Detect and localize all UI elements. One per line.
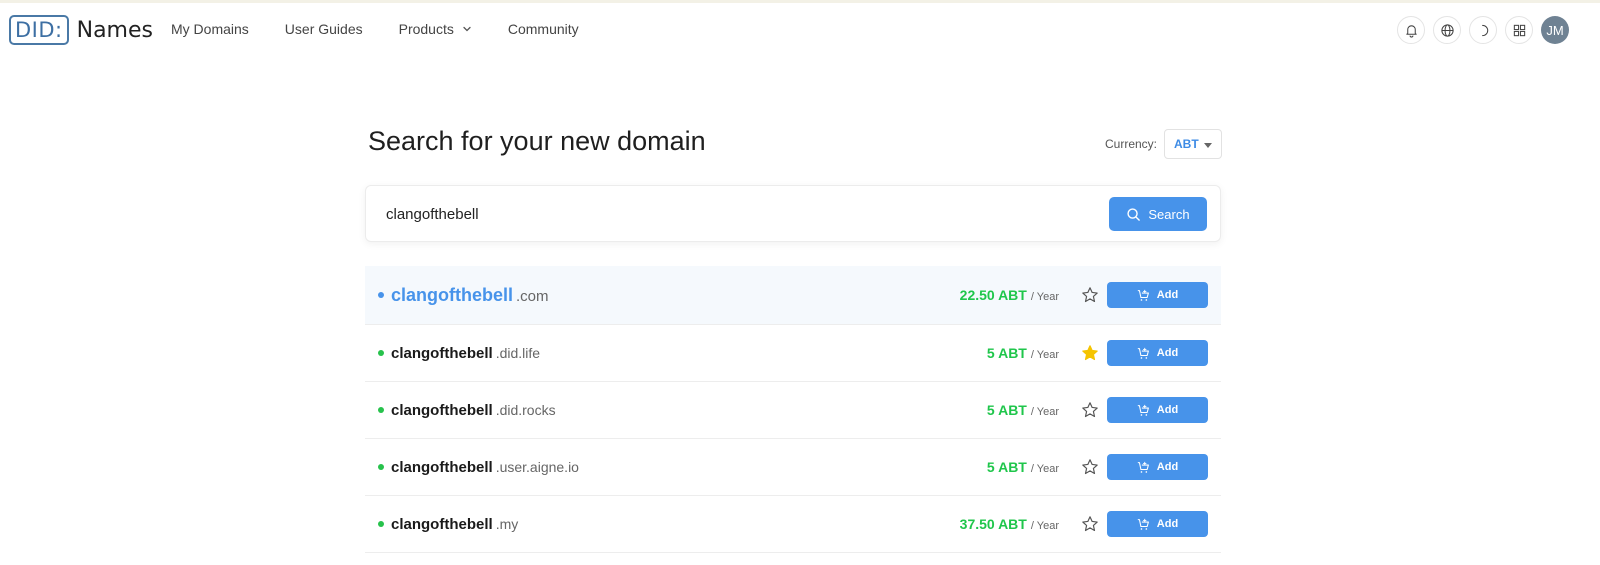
cart-plus-icon <box>1137 518 1149 530</box>
domain-results-list: clangofthebell .com 22.50 ABT / Year Add… <box>365 266 1221 553</box>
star-icon[interactable] <box>1081 401 1099 419</box>
result-row: clangofthebell .my 37.50 ABT / Year Add <box>365 496 1221 553</box>
nav-label: User Guides <box>284 21 363 37</box>
add-button-label: Add <box>1156 461 1179 473</box>
price-period: / Year <box>1030 406 1059 418</box>
result-row: clangofthebell .com 22.50 ABT / Year Add <box>365 266 1221 325</box>
cart-plus-icon <box>1137 404 1149 416</box>
price-value: 5 ABT <box>986 459 1027 475</box>
add-to-cart-button[interactable]: Add <box>1107 397 1208 423</box>
nav-label: Products <box>398 21 454 37</box>
nav-my-domains[interactable]: My Domains <box>171 21 249 37</box>
star-filled-icon[interactable] <box>1081 344 1099 362</box>
availability-dot <box>378 464 384 470</box>
result-row: clangofthebell .user.aigne.io 5 ABT / Ye… <box>365 439 1221 496</box>
availability-dot <box>378 521 384 527</box>
star-icon[interactable] <box>1081 458 1099 476</box>
moon-icon <box>1481 24 1488 36</box>
availability-dot <box>378 350 384 356</box>
main-nav: My Domains User Guides Products Communit… <box>171 21 615 37</box>
apps-button[interactable] <box>1505 16 1533 44</box>
search-input[interactable] <box>386 198 1046 230</box>
star-icon[interactable] <box>1081 286 1099 304</box>
avatar[interactable]: JM <box>1541 16 1569 44</box>
currency-dropdown[interactable]: ABT <box>1164 129 1222 159</box>
header-actions: JM <box>1389 16 1569 44</box>
search-icon <box>1127 207 1141 221</box>
domain-label[interactable]: clangofthebell .did.rocks <box>391 402 556 419</box>
price-value: 5 ABT <box>986 402 1027 418</box>
availability-dot <box>378 292 384 298</box>
domain-name: clangofthebell <box>391 401 493 419</box>
price-value: 22.50 ABT <box>959 287 1027 303</box>
add-to-cart-button[interactable]: Add <box>1107 282 1208 308</box>
star-icon[interactable] <box>1081 515 1099 533</box>
nav-products[interactable]: Products <box>399 21 472 37</box>
page-title: Search for your new domain <box>368 126 706 156</box>
domain-label[interactable]: clangofthebell .com <box>391 285 549 306</box>
result-row: clangofthebell .did.rocks 5 ABT / Year A… <box>365 382 1221 439</box>
domain-tld: .user.aigne.io <box>495 458 579 475</box>
currency-label: Currency: <box>1104 137 1157 151</box>
search-button[interactable]: Search <box>1109 197 1207 231</box>
nav-label: My Domains <box>171 21 249 37</box>
language-button[interactable] <box>1433 16 1461 44</box>
price-value: 37.50 ABT <box>959 516 1027 532</box>
domain-tld: .did.life <box>495 344 541 361</box>
currency-value: ABT <box>1174 137 1199 151</box>
theme-toggle-button[interactable] <box>1469 16 1497 44</box>
price: 5 ABT / Year <box>987 459 1059 475</box>
add-to-cart-button[interactable]: Add <box>1107 454 1208 480</box>
domain-name: clangofthebell <box>391 458 493 476</box>
nav-community[interactable]: Community <box>508 21 579 37</box>
domain-name: clangofthebell <box>391 515 493 533</box>
price: 5 ABT / Year <box>987 402 1059 418</box>
add-to-cart-button[interactable]: Add <box>1107 340 1208 366</box>
domain-tld: .my <box>495 515 519 532</box>
currency-selector: Currency: ABT <box>1105 129 1222 159</box>
logo-prefix: DID: <box>9 15 69 45</box>
domain-name: clangofthebell <box>391 284 514 305</box>
add-button-label: Add <box>1156 347 1179 359</box>
cart-plus-icon <box>1137 461 1149 473</box>
price: 5 ABT / Year <box>987 345 1059 361</box>
logo[interactable]: DID: Names <box>9 14 153 46</box>
apps-grid-icon <box>1513 24 1525 36</box>
price-period: / Year <box>1030 520 1059 532</box>
domain-label[interactable]: clangofthebell .my <box>391 516 518 533</box>
chevron-down-icon <box>463 26 471 32</box>
globe-icon <box>1440 23 1454 37</box>
add-button-label: Add <box>1156 404 1179 416</box>
cart-plus-icon <box>1137 289 1149 301</box>
top-header: DID: Names My Domains User Guides Produc… <box>0 3 1600 57</box>
add-button-label: Add <box>1156 518 1179 530</box>
add-to-cart-button[interactable]: Add <box>1107 511 1208 537</box>
domain-tld: .com <box>516 287 549 305</box>
domain-name: clangofthebell <box>391 344 493 362</box>
cart-plus-icon <box>1137 347 1149 359</box>
domain-tld: .did.rocks <box>495 401 556 418</box>
price: 37.50 ABT / Year <box>960 516 1059 532</box>
search-button-label: Search <box>1148 206 1190 222</box>
result-row: clangofthebell .did.life 5 ABT / Year Ad… <box>365 325 1221 382</box>
logo-name: Names <box>76 17 153 43</box>
search-box: Search <box>365 185 1221 242</box>
add-button-label: Add <box>1156 289 1179 301</box>
notifications-button[interactable] <box>1397 16 1425 44</box>
availability-dot <box>378 407 384 413</box>
price-period: / Year <box>1030 463 1059 475</box>
caret-down-icon <box>1204 143 1212 148</box>
domain-label[interactable]: clangofthebell .did.life <box>391 345 540 362</box>
price-period: / Year <box>1030 349 1059 361</box>
price-value: 5 ABT <box>986 345 1027 361</box>
bell-icon <box>1405 24 1417 38</box>
price-period: / Year <box>1030 291 1059 303</box>
domain-label[interactable]: clangofthebell .user.aigne.io <box>391 459 579 476</box>
price: 22.50 ABT / Year <box>960 287 1059 303</box>
nav-label: Community <box>507 21 579 37</box>
nav-user-guides[interactable]: User Guides <box>285 21 363 37</box>
